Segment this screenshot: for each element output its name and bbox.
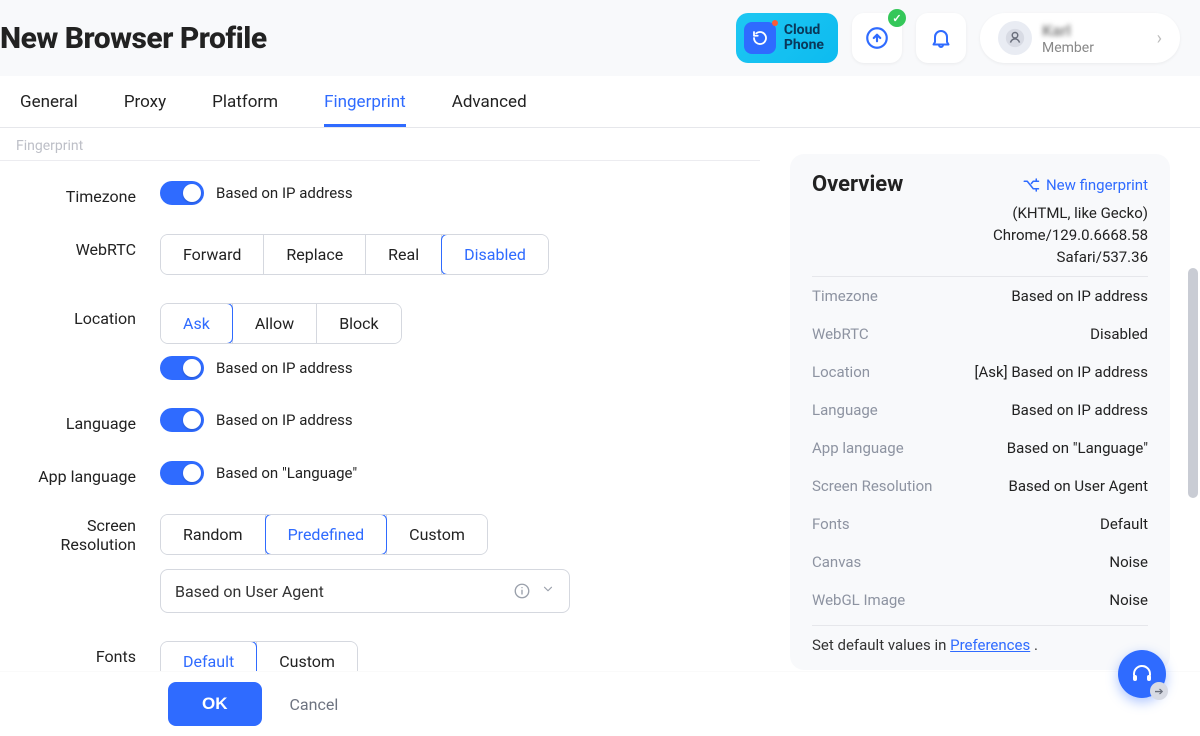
ov-v-webrtc: Disabled — [1090, 325, 1148, 343]
sync-icon — [864, 25, 890, 51]
webrtc-forward[interactable]: Forward — [161, 235, 264, 274]
tab-proxy[interactable]: Proxy — [124, 92, 166, 127]
tab-general[interactable]: General — [20, 92, 78, 127]
cloud-phone-label-2: Phone — [784, 38, 824, 53]
chevron-down-icon — [541, 582, 555, 596]
toggle-timezone-text: Based on IP address — [216, 184, 353, 202]
screenres-custom[interactable]: Custom — [387, 515, 487, 554]
toggle-location-ip[interactable] — [160, 356, 204, 380]
label-language: Language — [20, 408, 160, 433]
ov-v-location: [Ask] Based on IP address — [975, 363, 1148, 381]
ov-v-fonts: Default — [1100, 515, 1148, 533]
account-menu[interactable]: Karl Member › — [980, 13, 1180, 63]
ov-k-webrtc: WebRTC — [812, 325, 869, 343]
ov-k-canvas: Canvas — [812, 553, 861, 571]
toggle-timezone[interactable] — [160, 181, 204, 205]
bell-icon — [929, 26, 953, 50]
ov-v-applang: Based on "Language" — [1007, 439, 1148, 457]
screenres-select[interactable]: Based on User Agent — [160, 569, 570, 613]
screenres-select-value: Based on User Agent — [175, 582, 324, 601]
webrtc-disabled[interactable]: Disabled — [442, 235, 548, 274]
tab-advanced[interactable]: Advanced — [452, 92, 527, 127]
page-title: New Browser Profile — [0, 21, 267, 56]
location-allow[interactable]: Allow — [233, 304, 317, 343]
cancel-button[interactable]: Cancel — [290, 695, 339, 714]
sync-button[interactable] — [852, 13, 902, 63]
avatar-icon — [998, 21, 1032, 55]
toggle-app-language-text: Based on "Language" — [216, 464, 357, 482]
scrollbar[interactable] — [1188, 268, 1198, 498]
tabs: General Proxy Platform Fingerprint Advan… — [0, 76, 1200, 128]
fab-arrow-icon: ➔ — [1150, 682, 1168, 700]
label-screen-resolution: Screen Resolution — [20, 514, 160, 554]
cloud-phone-icon — [744, 22, 776, 54]
toggle-language[interactable] — [160, 408, 204, 432]
overview-note: Set default values in Preferences . — [812, 626, 1148, 654]
tab-fingerprint[interactable]: Fingerprint — [324, 92, 406, 127]
ov-v-webgl: Noise — [1109, 591, 1148, 609]
location-ask[interactable]: Ask — [161, 304, 233, 343]
support-fab[interactable]: ➔ — [1118, 650, 1166, 698]
cloud-phone-label-1: Cloud — [784, 23, 824, 38]
info-icon — [513, 582, 531, 600]
ov-k-language: Language — [812, 401, 878, 419]
ok-button[interactable]: OK — [168, 682, 262, 726]
ov-k-location: Location — [812, 363, 870, 381]
shuffle-icon — [1022, 176, 1040, 194]
preferences-link[interactable]: Preferences — [950, 636, 1030, 654]
ov-k-screenres: Screen Resolution — [812, 477, 932, 495]
ov-v-canvas: Noise — [1109, 553, 1148, 571]
ov-k-timezone: Timezone — [812, 287, 878, 305]
ov-v-language: Based on IP address — [1011, 401, 1148, 419]
status-ok-badge — [888, 9, 906, 27]
overview-panel: Overview New fingerprint (KHTML, like Ge… — [790, 154, 1170, 670]
toggle-location-ip-text: Based on IP address — [216, 359, 353, 377]
account-role: Member — [1042, 40, 1094, 56]
cloud-phone-button[interactable]: Cloud Phone — [736, 13, 838, 63]
overview-title: Overview — [812, 172, 903, 197]
chevron-right-icon: › — [1157, 28, 1162, 49]
label-location: Location — [20, 303, 160, 328]
ov-k-webgl: WebGL Image — [812, 591, 905, 609]
ov-v-timezone: Based on IP address — [1011, 287, 1148, 305]
notifications-button[interactable] — [916, 13, 966, 63]
ov-k-fonts: Fonts — [812, 515, 850, 533]
new-fingerprint-button[interactable]: New fingerprint — [1022, 176, 1148, 194]
label-timezone: Timezone — [20, 181, 160, 206]
toggle-language-text: Based on IP address — [216, 411, 353, 429]
headset-icon — [1130, 662, 1154, 686]
ov-k-applang: App language — [812, 439, 904, 457]
overview-user-agent: (KHTML, like Gecko) Chrome/129.0.6668.58… — [812, 203, 1148, 277]
webrtc-real[interactable]: Real — [366, 235, 442, 274]
account-name: Karl — [1042, 21, 1094, 40]
ov-v-screenres: Based on User Agent — [1008, 477, 1148, 495]
section-label-fingerprint: Fingerprint — [0, 128, 760, 161]
screenres-random[interactable]: Random — [161, 515, 266, 554]
webrtc-replace[interactable]: Replace — [264, 235, 366, 274]
tab-platform[interactable]: Platform — [212, 92, 278, 127]
label-fonts: Fonts — [20, 641, 160, 666]
label-app-language: App language — [20, 461, 160, 486]
toggle-app-language[interactable] — [160, 461, 204, 485]
screenres-predefined[interactable]: Predefined — [266, 515, 388, 554]
location-block[interactable]: Block — [317, 304, 400, 343]
label-webrtc: WebRTC — [20, 234, 160, 259]
